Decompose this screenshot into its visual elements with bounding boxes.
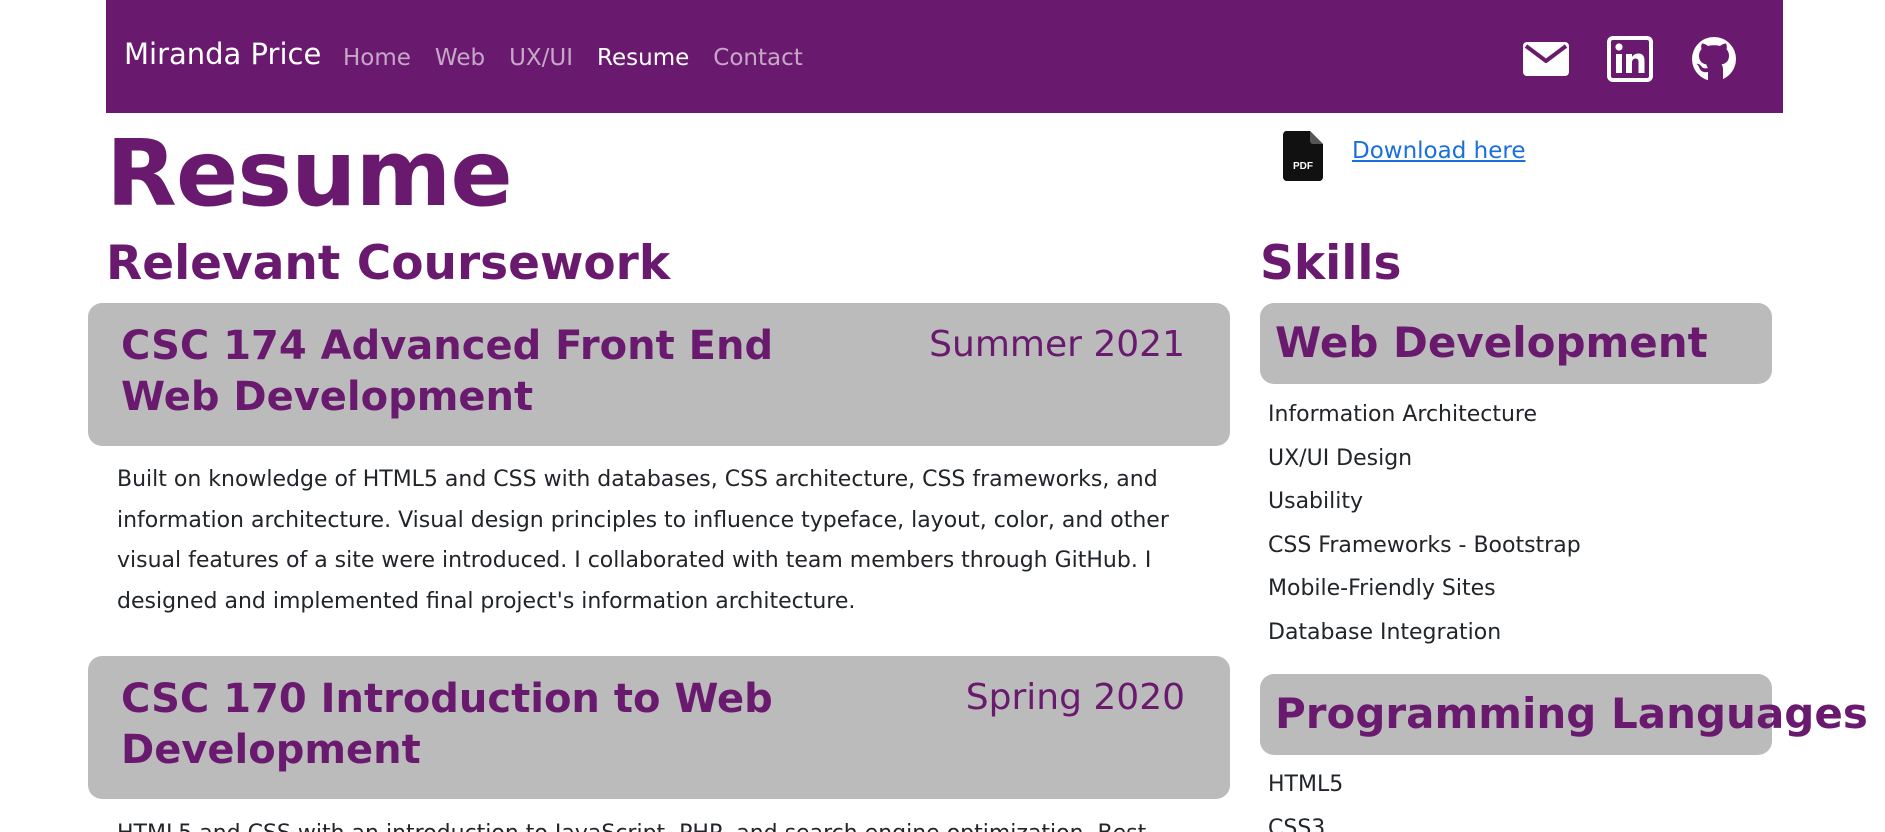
skill-group-card: Web Development [1260,303,1772,384]
nav-links: Home Web UX/UI Resume Contact [343,45,803,71]
skill-group-title: Programming Languages [1275,689,1868,738]
skill-item: Database Integration [1268,619,1502,645]
skills-heading: Skills [1260,236,1402,291]
linkedin-icon[interactable] [1607,36,1653,82]
skill-group-card: Programming Languages [1260,674,1868,755]
brand-name[interactable]: Miranda Price [124,37,321,71]
course-card: CSC 174 Advanced Front End Web Developme… [88,303,1230,446]
page: Miranda Price Home Web UX/UI Resume Cont… [0,0,1885,832]
navbar: Miranda Price Home Web UX/UI Resume Cont… [106,0,1783,113]
course-title: CSC 170 Introduction to Web Development [121,676,773,773]
pdf-icon-label: PDF [1293,161,1313,172]
skill-item: HTML5 [1268,772,1344,797]
skill-item: Information Architecture [1268,402,1538,427]
social-icons [1523,36,1737,82]
skill-group-title: Web Development [1275,318,1708,367]
nav-link-contact[interactable]: Contact [713,45,802,71]
coursework-heading: Relevant Coursework [106,236,671,291]
course-title: CSC 174 Advanced Front End Web Developme… [121,323,774,420]
page-title: Resume [106,120,513,227]
skill-item: CSS3 [1268,815,1326,832]
course-term: Spring 2020 [965,677,1185,718]
pdf-file-icon[interactable]: PDF [1283,131,1323,181]
nav-link-home[interactable]: Home [343,45,411,71]
skill-item: Mobile-Friendly Sites [1268,576,1496,602]
nav-link-uxui[interactable]: UX/UI [509,45,573,71]
skill-item: CSS Frameworks - Bootstrap [1268,532,1581,558]
mail-icon[interactable] [1523,36,1569,82]
nav-link-web[interactable]: Web [435,45,485,71]
skill-list: HTML5 CSS3 [1268,763,1343,832]
skill-item: Usability [1268,489,1363,515]
skill-list: Information Architecture UX/UI Design Us… [1268,393,1581,655]
course-card: CSC 170 Introduction to Web Development … [88,656,1230,799]
course-description: Built on knowledge of HTML5 and CSS with… [117,467,1169,614]
skill-item: UX/UI Design [1268,445,1413,471]
course-description: HTML5 and CSS with an introduction to Ja… [117,814,1217,832]
download-link[interactable]: Download here [1352,138,1525,164]
course-term: Summer 2021 [929,324,1185,365]
github-icon[interactable] [1691,36,1737,82]
nav-link-resume[interactable]: Resume [597,45,689,71]
